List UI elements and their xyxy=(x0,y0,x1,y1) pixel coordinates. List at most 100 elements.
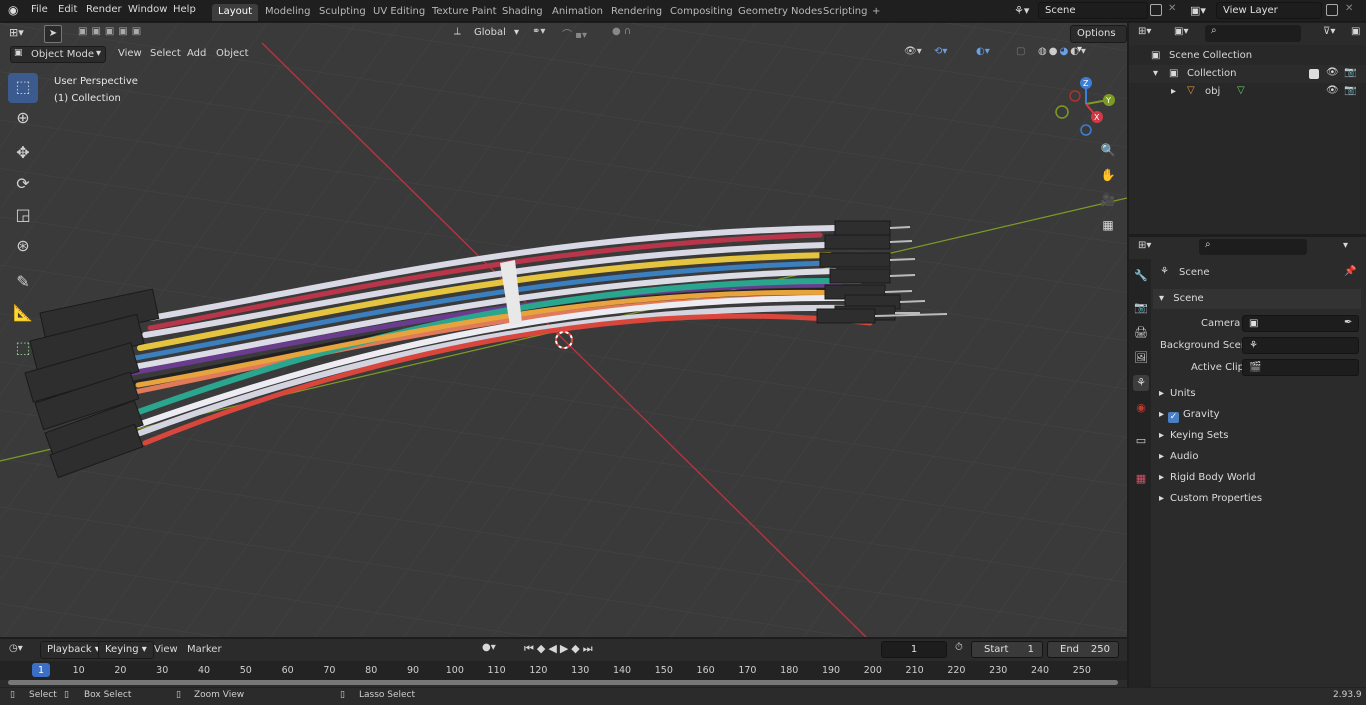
collection-properties-icon[interactable]: ▭ xyxy=(1133,433,1149,449)
timeline-editor-icon[interactable]: ◷▾ xyxy=(9,643,23,654)
menu-select[interactable]: Select xyxy=(150,48,181,59)
marker-menu[interactable]: Marker xyxy=(187,644,222,655)
tab-shading[interactable]: Shading xyxy=(496,4,549,21)
zoom-icon[interactable]: 🔍 xyxy=(1097,143,1119,168)
texture-properties-icon[interactable]: ▦ xyxy=(1133,471,1149,487)
tab-rendering[interactable]: Rendering xyxy=(605,4,668,21)
annotate-tool[interactable]: ✎ xyxy=(8,268,38,298)
view-layer-icon[interactable]: ▣▾ xyxy=(1190,4,1206,17)
tab-texture-paint[interactable]: Texture Paint xyxy=(426,4,503,21)
rigid-body-world-panel[interactable]: ▸ Rigid Body World xyxy=(1153,468,1361,488)
close-icon[interactable]: ✕ xyxy=(1168,3,1176,14)
keying-menu[interactable]: Keying ▾ xyxy=(98,641,154,659)
outliner-search-input[interactable]: ⌕ xyxy=(1205,25,1301,42)
navigation-gizmo[interactable]: Z Y X xyxy=(1052,74,1122,138)
exclude-checkbox[interactable] xyxy=(1309,69,1319,79)
output-properties-icon[interactable]: 🖨 xyxy=(1133,325,1149,341)
selection-mode-icons[interactable]: ▣▣▣▣▣ xyxy=(78,26,145,37)
eye-icon[interactable]: 👁 xyxy=(1326,67,1339,78)
tab-animation[interactable]: Animation xyxy=(546,4,609,21)
outliner-row-collection[interactable]: ▾ ▣ Collection 👁 📷 xyxy=(1129,65,1366,83)
start-frame-field[interactable]: Start 1 xyxy=(971,641,1043,658)
timeline-scrollbar[interactable] xyxy=(8,680,1118,685)
cursor-tool[interactable]: ⊕ xyxy=(8,104,38,134)
end-frame-field[interactable]: End 250 xyxy=(1047,641,1119,658)
select-tool-icon[interactable]: ➤ xyxy=(44,25,62,43)
record-icon[interactable]: ●▾ xyxy=(482,642,496,653)
scene-name-field[interactable]: Scene xyxy=(1038,2,1148,19)
menu-view[interactable]: View xyxy=(118,48,142,59)
move-tool[interactable]: ✥ xyxy=(8,139,38,169)
expand-arrow-icon[interactable]: ▸ xyxy=(1171,86,1176,97)
view-layer-field[interactable]: View Layer xyxy=(1216,2,1322,19)
proportional-edit-icon[interactable]: ● ∩ xyxy=(612,26,631,37)
current-frame-field[interactable]: 1 xyxy=(881,641,947,658)
add-workspace-button[interactable]: + xyxy=(866,4,886,21)
menu-object[interactable]: Object xyxy=(216,48,249,59)
timeline-view-menu[interactable]: View xyxy=(154,644,178,655)
gravity-panel[interactable]: ▸ ✓ Gravity xyxy=(1153,405,1361,425)
close-icon[interactable]: ✕ xyxy=(1345,3,1353,14)
eyedropper-icon[interactable]: ✒ xyxy=(1344,317,1352,328)
chevron-down-icon[interactable]: ▾ xyxy=(1343,240,1348,251)
properties-editor-icon[interactable]: ⊞▾ xyxy=(1138,240,1151,251)
scene-selector-icon[interactable]: ⚘▾ xyxy=(1014,4,1029,17)
editor-type-icon[interactable]: ⊞▾ xyxy=(9,26,29,39)
tab-layout[interactable]: Layout xyxy=(212,4,258,21)
new-view-layer-icon[interactable] xyxy=(1326,4,1338,16)
playback-menu[interactable]: Playback ▾ xyxy=(40,641,107,659)
chevron-down-icon[interactable]: ▾ xyxy=(514,27,519,38)
tab-compositing[interactable]: Compositing xyxy=(664,4,739,21)
playback-controls-icons[interactable]: ⏮◆◀▶◆⏭ xyxy=(524,642,596,656)
mesh-data-icon[interactable]: ▽ xyxy=(1237,85,1245,96)
units-panel[interactable]: ▸ Units xyxy=(1153,384,1361,404)
menu-window[interactable]: Window xyxy=(128,4,167,15)
tab-geometry-nodes[interactable]: Geometry Nodes xyxy=(732,4,828,21)
pivot-icon[interactable]: ⚭▾ xyxy=(532,26,545,37)
filter-icon[interactable]: ⊽▾ xyxy=(1323,26,1335,37)
world-properties-icon[interactable]: ◉ xyxy=(1133,400,1149,416)
menu-edit[interactable]: Edit xyxy=(58,4,77,15)
new-collection-icon[interactable]: ▣ xyxy=(1351,26,1360,37)
keying-sets-panel[interactable]: ▸ Keying Sets xyxy=(1153,426,1361,446)
3d-viewport[interactable] xyxy=(0,23,1127,637)
scene-properties-icon[interactable]: ⚘ xyxy=(1133,375,1149,391)
stopwatch-icon[interactable]: ⏱ xyxy=(955,642,963,653)
tab-modeling[interactable]: Modeling xyxy=(259,4,317,21)
menu-help[interactable]: Help xyxy=(173,4,196,15)
display-mode-icon[interactable]: ▣▾ xyxy=(1174,26,1188,37)
pin-icon[interactable]: 📌 xyxy=(1344,266,1356,277)
properties-search-input[interactable]: ⌕ xyxy=(1199,239,1307,255)
overlay-toggle-icon[interactable]: ◐▾ xyxy=(976,46,990,57)
menu-file[interactable]: File xyxy=(31,4,48,15)
measure-tool[interactable]: 📐 xyxy=(8,299,38,329)
audio-panel[interactable]: ▸ Audio xyxy=(1153,447,1361,467)
eye-icon[interactable]: 👁 xyxy=(1326,85,1339,96)
outliner-row-scene-collection[interactable]: ▣ Scene Collection xyxy=(1129,47,1366,65)
outliner-editor-icon[interactable]: ⊞▾ xyxy=(1138,26,1151,37)
tool-settings-icon[interactable]: 🔧 xyxy=(1133,268,1149,284)
expand-arrow-icon[interactable]: ▾ xyxy=(1153,68,1158,79)
options-button[interactable]: Options ▾ xyxy=(1070,25,1127,55)
menu-add[interactable]: Add xyxy=(187,48,206,59)
viewport-canvas[interactable] xyxy=(0,23,1127,637)
gizmo-toggle-icon[interactable]: ⟲▾ xyxy=(934,46,947,57)
xray-icon[interactable]: ▢ xyxy=(1016,46,1025,57)
background-scene-field[interactable]: ⚘ xyxy=(1242,337,1359,354)
object-mode-dropdown[interactable]: Object Mode xyxy=(10,46,106,63)
scale-tool[interactable]: ◲ xyxy=(8,201,38,231)
scene-section-header[interactable]: ▾ Scene xyxy=(1153,289,1361,309)
active-clip-field[interactable]: 🎬 xyxy=(1242,359,1359,376)
camera-icon[interactable]: 📷 xyxy=(1344,67,1356,78)
view-layer-properties-icon[interactable]: 🖼 xyxy=(1133,350,1149,366)
outliner-row-obj[interactable]: ▸ ▽ obj ▽ 👁 📷 xyxy=(1129,83,1366,101)
gravity-checkbox[interactable]: ✓ xyxy=(1168,412,1180,423)
blender-logo-icon[interactable]: ◉ xyxy=(8,3,22,17)
add-cube-tool[interactable]: ⬚ xyxy=(8,334,38,364)
transform-tool[interactable]: ⊛ xyxy=(8,232,38,262)
pan-hand-icon[interactable]: ✋ xyxy=(1097,168,1119,193)
transform-orientation-icon[interactable]: ⟂ xyxy=(454,26,461,37)
select-box-tool[interactable]: ⬚ xyxy=(8,73,38,103)
menu-render[interactable]: Render xyxy=(86,4,122,15)
tab-scripting[interactable]: Scripting xyxy=(817,4,873,21)
